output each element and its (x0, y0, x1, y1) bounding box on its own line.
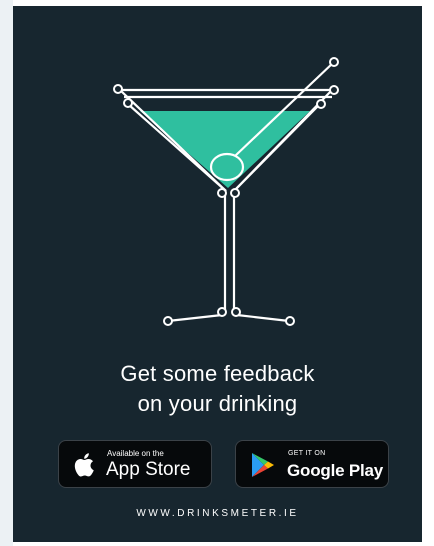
app-store-big-text: App Store (106, 459, 191, 480)
google-play-big-text: Google Play (287, 461, 384, 480)
liquid-shape (140, 111, 310, 188)
google-play-icon (252, 453, 274, 477)
google-play-button[interactable]: GET IT ON Google Play (235, 440, 389, 488)
drinksmeter-banner[interactable]: Get some feedback on your drinking Avail… (13, 6, 422, 542)
app-store-small-text: Available on the (107, 449, 164, 458)
app-store-button[interactable]: Available on the App Store (58, 440, 212, 488)
page: Get some feedback on your drinking Avail… (0, 0, 434, 546)
left-gutter (0, 0, 13, 546)
google-play-small-text: GET IT ON (288, 450, 326, 457)
headline-line-2: on your drinking (137, 391, 298, 416)
martini-glass-icon (113, 57, 339, 326)
website-link[interactable]: WWW.DRINKSMETER.IE (13, 508, 422, 520)
glass-outline (119, 61, 335, 323)
headline-line-1: Get some feedback (120, 361, 315, 386)
apple-icon (74, 453, 94, 477)
